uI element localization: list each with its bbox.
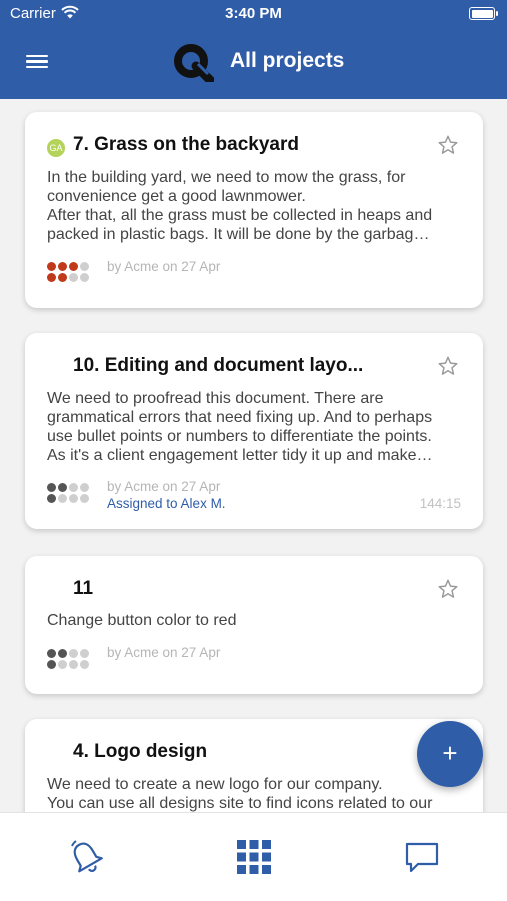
project-card[interactable]: 10. Editing and document layo... We need… [25, 333, 483, 529]
app-logo [174, 44, 214, 82]
project-description: We need to create a new logo for our com… [47, 776, 433, 812]
chat-icon[interactable] [402, 837, 442, 877]
project-title: 10. Editing and document layo... [73, 355, 364, 376]
project-description: Change button color to red [47, 612, 237, 629]
grid-icon[interactable] [234, 837, 274, 877]
priority-dot [69, 483, 78, 492]
priority-dot [58, 273, 67, 282]
project-card[interactable]: 11 Change button color to red by Acme on… [25, 556, 483, 694]
priority-dot [58, 649, 67, 658]
bell-icon[interactable] [66, 837, 106, 877]
priority-dot [58, 262, 67, 271]
hamburger-menu-icon[interactable] [26, 52, 48, 70]
priority-dot [80, 494, 89, 503]
star-icon[interactable] [437, 355, 459, 377]
project-title: 7. Grass on the backyard [73, 134, 299, 155]
priority-dot [47, 483, 56, 492]
project-description: In the building yard, we need to mow the… [47, 169, 433, 243]
battery-icon [469, 7, 498, 20]
project-card[interactable]: GA 7. Grass on the backyard In the build… [25, 112, 483, 308]
priority-dots [47, 483, 93, 505]
priority-dots [47, 649, 93, 671]
priority-dot [69, 660, 78, 669]
priority-dot [69, 649, 78, 658]
app-header: Carrier 3:40 PM All projects [0, 0, 507, 99]
priority-dot [80, 660, 89, 669]
project-title: 11 [73, 578, 94, 599]
priority-dot [80, 273, 89, 282]
project-meta: by Acme on 27 Apr [107, 479, 221, 494]
priority-dot [69, 262, 78, 271]
add-project-button[interactable]: + [417, 721, 483, 787]
priority-dot [47, 660, 56, 669]
priority-dot [69, 273, 78, 282]
project-title: 4. Logo design [73, 741, 208, 762]
priority-dot [47, 649, 56, 658]
priority-dot [80, 483, 89, 492]
priority-dot [69, 494, 78, 503]
project-meta: by Acme on 27 Apr [107, 645, 221, 660]
bottom-nav [0, 812, 507, 901]
project-description: We need to proofread this document. Ther… [47, 390, 433, 464]
star-icon[interactable] [437, 578, 459, 600]
priority-dot [58, 483, 67, 492]
priority-dots [47, 262, 93, 284]
page-title: All projects [230, 49, 345, 72]
priority-dot [58, 660, 67, 669]
priority-dot [47, 262, 56, 271]
priority-dot [47, 273, 56, 282]
priority-dot [58, 494, 67, 503]
status-bar: Carrier 3:40 PM [0, 0, 507, 28]
star-icon[interactable] [437, 134, 459, 156]
priority-dot [80, 649, 89, 658]
time-spent: 144:15 [419, 496, 461, 511]
priority-dot [80, 262, 89, 271]
status-time: 3:40 PM [225, 5, 282, 22]
priority-dot [47, 494, 56, 503]
project-meta: by Acme on 27 Apr [107, 259, 221, 274]
avatar: GA [47, 139, 65, 157]
assignee-link[interactable]: Assigned to Alex M. [107, 496, 226, 511]
